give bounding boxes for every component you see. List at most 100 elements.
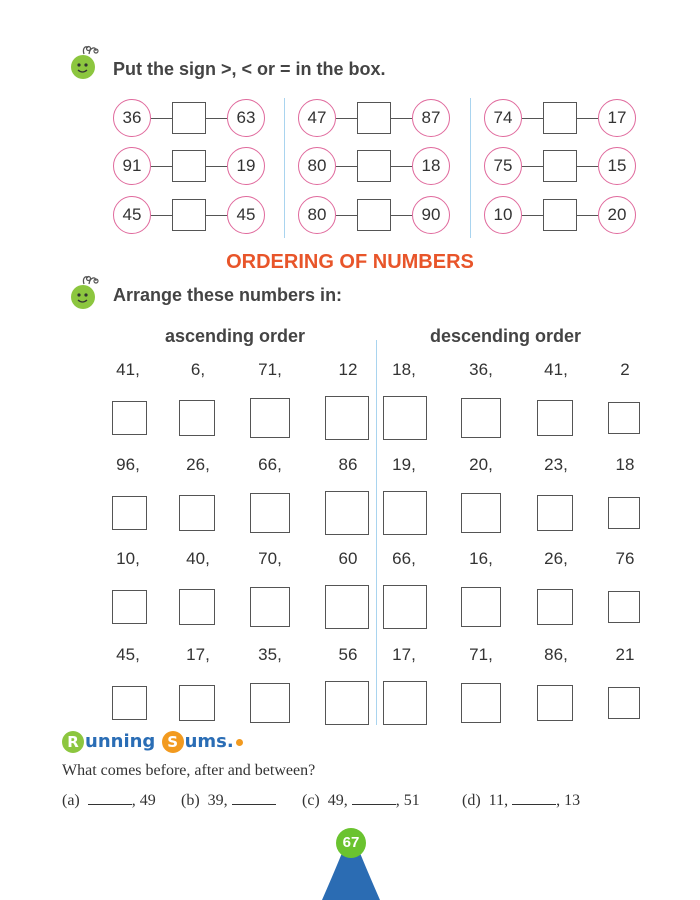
- compare-number-left: 74: [484, 99, 522, 137]
- order-answer-box[interactable]: [537, 400, 573, 436]
- compare-number-left: 47: [298, 99, 336, 137]
- order-answer-box[interactable]: [179, 495, 215, 531]
- compare-number-right: 18: [412, 147, 450, 185]
- descending-number: 2: [620, 360, 630, 379]
- connector-line: [151, 215, 172, 216]
- question-text: , 51: [395, 792, 420, 809]
- order-answer-box[interactable]: [383, 491, 427, 535]
- running-sums-r: R: [62, 731, 84, 753]
- compare-number-right: 19: [227, 147, 265, 185]
- order-answer-box[interactable]: [537, 589, 573, 625]
- question-label: (a): [62, 792, 80, 809]
- order-answer-box[interactable]: [608, 591, 640, 623]
- order-answer-box[interactable]: [461, 587, 501, 627]
- descending-number: 71,: [469, 645, 493, 664]
- sign-answer-box[interactable]: [357, 199, 391, 231]
- order-answer-box[interactable]: [112, 401, 147, 435]
- order-answer-box[interactable]: [250, 683, 290, 723]
- order-answer-box[interactable]: [325, 681, 369, 725]
- sign-answer-box[interactable]: [543, 150, 577, 182]
- answer-blank[interactable]: [512, 791, 557, 805]
- connector-line: [577, 118, 598, 119]
- ascending-number: 41,: [116, 360, 140, 379]
- ascending-number: 56: [338, 645, 358, 664]
- ascending-number: 71,: [258, 360, 282, 379]
- order-answer-box[interactable]: [383, 681, 427, 725]
- compare-number-right: 63: [227, 99, 265, 137]
- order-answer-box[interactable]: [250, 587, 290, 627]
- connector-line: [391, 118, 412, 119]
- running-sums-title: Running Sums.: [62, 731, 243, 753]
- order-answer-box[interactable]: [112, 686, 147, 720]
- connector-line: [522, 215, 543, 216]
- order-answer-box[interactable]: [537, 685, 573, 721]
- order-answer-box[interactable]: [179, 685, 215, 721]
- order-answer-box[interactable]: [383, 585, 427, 629]
- sign-answer-box[interactable]: [543, 199, 577, 231]
- compare-number-right: 17: [598, 99, 636, 137]
- order-answer-box[interactable]: [608, 687, 640, 719]
- running-sums-title-part1: unning: [85, 731, 162, 752]
- bug-icon: [71, 275, 99, 309]
- question-text: 39,: [207, 792, 232, 809]
- connector-line: [206, 215, 227, 216]
- bug-icon: [71, 45, 99, 79]
- compare-number-left: 91: [113, 147, 151, 185]
- question-label: (d): [462, 792, 481, 809]
- page-number: 67: [336, 828, 366, 858]
- section-heading: ORDERING OF NUMBERS: [226, 251, 474, 273]
- ascending-number: 10,: [116, 549, 140, 568]
- question-text: , 13: [556, 792, 581, 809]
- order-answer-box[interactable]: [537, 495, 573, 531]
- order-answer-box[interactable]: [608, 497, 640, 529]
- compare-number-left: 45: [113, 196, 151, 234]
- ascending-number: 40,: [186, 549, 210, 568]
- connector-line: [151, 166, 172, 167]
- question-text: , 49: [131, 792, 156, 809]
- sign-answer-box[interactable]: [357, 150, 391, 182]
- group-divider: [470, 98, 471, 238]
- descending-number: 86,: [544, 645, 568, 664]
- sign-answer-box[interactable]: [172, 199, 206, 231]
- compare-number-left: 80: [298, 196, 336, 234]
- descending-number: 21: [615, 645, 635, 664]
- order-answer-box[interactable]: [250, 398, 290, 438]
- order-answer-box[interactable]: [461, 683, 501, 723]
- order-answer-box[interactable]: [112, 590, 147, 624]
- connector-line: [577, 215, 598, 216]
- sign-answer-box[interactable]: [172, 150, 206, 182]
- order-answer-box[interactable]: [250, 493, 290, 533]
- answer-blank[interactable]: [351, 791, 396, 805]
- order-answer-box[interactable]: [461, 493, 501, 533]
- order-answer-box[interactable]: [461, 398, 501, 438]
- ascending-number: 17,: [186, 645, 210, 664]
- running-sums-title-part2: ums.: [184, 731, 234, 752]
- compare-number-right: 15: [598, 147, 636, 185]
- answer-blank[interactable]: [231, 791, 276, 805]
- ascending-number: 26,: [186, 455, 210, 474]
- order-answer-box[interactable]: [179, 589, 215, 625]
- connector-line: [391, 166, 412, 167]
- order-answer-box[interactable]: [112, 496, 147, 530]
- sign-answer-box[interactable]: [172, 102, 206, 134]
- running-sums-question: What comes before, after and between?: [62, 762, 316, 779]
- ascending-number: 12: [338, 360, 358, 379]
- ascending-number: 70,: [258, 549, 282, 568]
- order-answer-box[interactable]: [608, 402, 640, 434]
- sign-answer-box[interactable]: [543, 102, 577, 134]
- sign-answer-box[interactable]: [357, 102, 391, 134]
- order-answer-box[interactable]: [325, 585, 369, 629]
- answer-blank[interactable]: [87, 791, 132, 805]
- question-text: 49,: [327, 792, 352, 809]
- order-answer-box[interactable]: [179, 400, 215, 436]
- compare-number-left: 36: [113, 99, 151, 137]
- ascending-number: 35,: [258, 645, 282, 664]
- ascending-number: 45,: [116, 645, 140, 664]
- order-answer-box[interactable]: [325, 491, 369, 535]
- order-answer-box[interactable]: [383, 396, 427, 440]
- question-label: (b): [181, 792, 200, 809]
- order-answer-box[interactable]: [325, 396, 369, 440]
- dot-icon: [235, 738, 243, 746]
- connector-line: [336, 118, 357, 119]
- question-c: (c) 49, , 51: [302, 791, 420, 810]
